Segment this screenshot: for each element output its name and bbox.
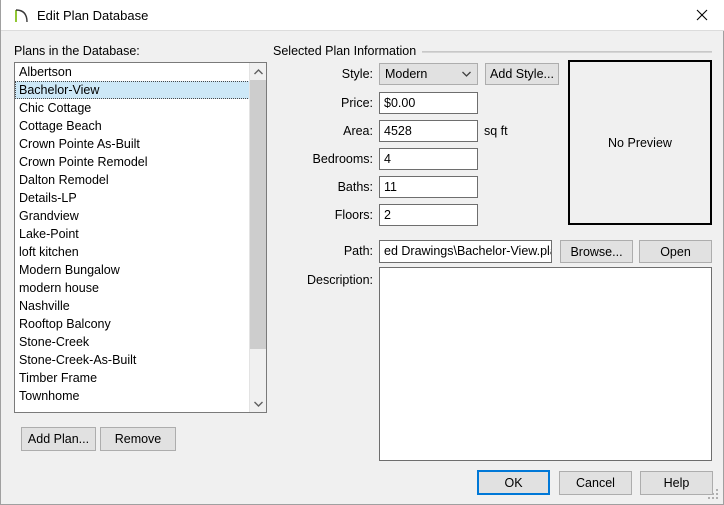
description-textarea[interactable] xyxy=(379,267,712,461)
add-style-button[interactable]: Add Style... xyxy=(485,63,559,85)
baths-input[interactable]: 11 xyxy=(379,176,478,198)
plans-list: Albertson Bachelor-View Chic Cottage Cottag… xyxy=(15,63,250,405)
bedrooms-input[interactable]: 4 xyxy=(379,148,478,170)
title-bar: Edit Plan Database xyxy=(1,0,724,31)
bedrooms-label: Bedrooms: xyxy=(312,152,373,166)
remove-button[interactable]: Remove xyxy=(100,427,176,451)
path-input[interactable]: ed Drawings\Bachelor-View.plan xyxy=(379,240,552,263)
plans-scrollbar[interactable] xyxy=(249,63,266,412)
plan-curve-icon xyxy=(13,7,31,25)
list-item[interactable]: loft kitchen xyxy=(15,243,250,261)
browse-button[interactable]: Browse... xyxy=(560,240,633,263)
list-item[interactable]: Townhome xyxy=(15,387,250,405)
list-item[interactable]: Modern Bungalow xyxy=(15,261,250,279)
price-input[interactable]: $0.00 xyxy=(379,92,478,114)
list-item[interactable]: Stone-Creek-As-Built xyxy=(15,351,250,369)
price-label: Price: xyxy=(341,96,373,110)
scroll-down-icon[interactable] xyxy=(250,395,266,412)
list-item[interactable]: Lake-Point xyxy=(15,225,250,243)
floors-label: Floors: xyxy=(334,208,373,222)
edit-plan-database-dialog: Edit Plan Database Plans in the Database… xyxy=(0,0,724,505)
list-item[interactable]: modern house xyxy=(15,279,250,297)
list-item[interactable]: Dalton Remodel xyxy=(15,171,250,189)
list-item[interactable]: Crown Pointe Remodel xyxy=(15,153,250,171)
style-label: Style: xyxy=(341,67,373,81)
scroll-up-icon[interactable] xyxy=(250,63,266,80)
area-input[interactable]: 4528 xyxy=(379,120,478,142)
list-item[interactable]: Albertson xyxy=(15,63,250,81)
list-item[interactable]: Grandview xyxy=(15,207,250,225)
area-label: Area: xyxy=(343,124,373,138)
path-label: Path: xyxy=(343,244,373,258)
cancel-button[interactable]: Cancel xyxy=(559,471,632,495)
open-button[interactable]: Open xyxy=(639,240,712,263)
chevron-down-icon xyxy=(462,64,471,84)
window-title: Edit Plan Database xyxy=(37,8,149,23)
baths-label: Baths: xyxy=(337,180,373,194)
close-button[interactable] xyxy=(679,0,724,30)
resize-grip[interactable] xyxy=(708,489,720,501)
list-item[interactable]: Cottage Beach xyxy=(15,117,250,135)
list-item[interactable]: Stone-Creek xyxy=(15,333,250,351)
list-item[interactable]: Crown Pointe As-Built xyxy=(15,135,250,153)
scrollbar-thumb[interactable] xyxy=(250,80,266,349)
preview-placeholder-text: No Preview xyxy=(608,135,672,150)
area-unit-label: sq ft xyxy=(484,124,508,138)
list-item[interactable]: Timber Frame xyxy=(15,369,250,387)
plan-preview: No Preview xyxy=(568,60,712,225)
plans-group-label: Plans in the Database: xyxy=(14,44,140,58)
list-item[interactable]: Bachelor-View xyxy=(15,81,250,99)
plans-listbox[interactable]: Albertson Bachelor-View Chic Cottage Cottag… xyxy=(14,62,267,413)
list-item[interactable]: Nashville xyxy=(15,297,250,315)
list-item[interactable]: Details-LP xyxy=(15,189,250,207)
group-divider xyxy=(422,51,712,53)
style-dropdown[interactable]: Modern xyxy=(379,63,478,85)
floors-input[interactable]: 2 xyxy=(379,204,478,226)
help-button[interactable]: Help xyxy=(640,471,713,495)
list-item[interactable]: Rooftop Balcony xyxy=(15,315,250,333)
add-plan-button[interactable]: Add Plan... xyxy=(21,427,96,451)
close-icon xyxy=(696,9,708,21)
ok-button[interactable]: OK xyxy=(477,470,550,495)
list-item[interactable]: Chic Cottage xyxy=(15,99,250,117)
selected-plan-group-label: Selected Plan Information xyxy=(273,44,417,58)
description-label: Description: xyxy=(307,273,373,287)
style-value: Modern xyxy=(385,67,428,81)
